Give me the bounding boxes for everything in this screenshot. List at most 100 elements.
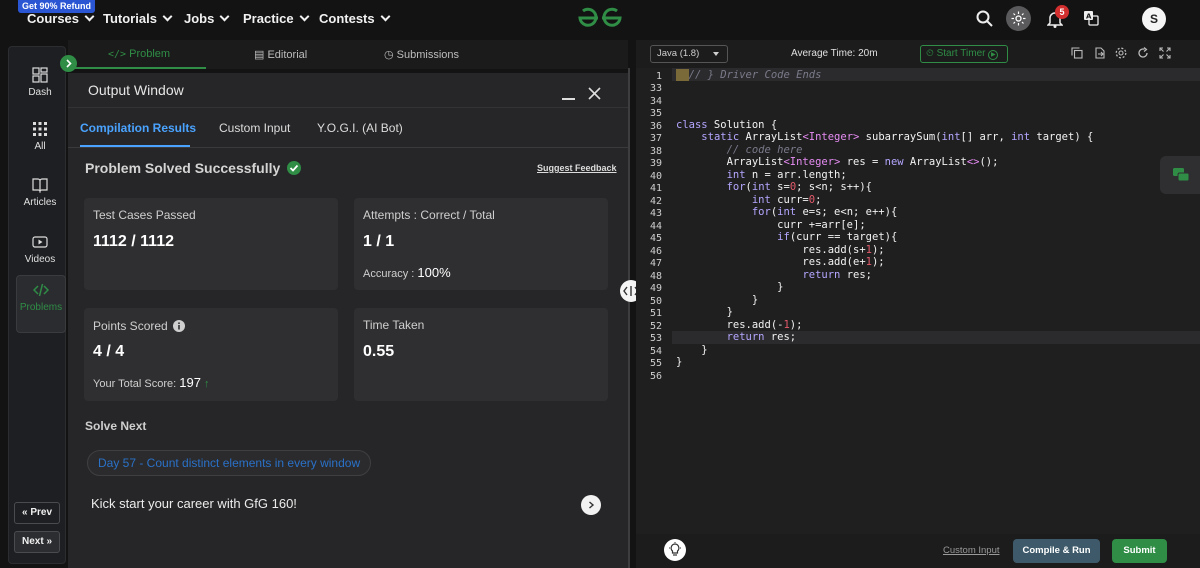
status-message: Problem Solved Successfully <box>85 159 302 176</box>
close-icon[interactable] <box>588 87 601 100</box>
line-number-gutter: 1 33 34 35 36 37 38 39 40 41 42 43 44 45 46 47 48 49 50 51 5… <box>636 68 672 534</box>
panel-splitter[interactable] <box>628 68 630 568</box>
caret-down-icon <box>713 52 719 56</box>
dashboard-icon <box>32 67 48 83</box>
chat-button[interactable] <box>1160 156 1200 194</box>
output-window-title: Output Window <box>88 82 184 98</box>
divider <box>68 107 628 108</box>
line-number: 50 <box>649 296 662 307</box>
editor-toolbar: Java (1.8) Average Time: 20m ⏲ Start Tim… <box>636 40 1200 68</box>
check-circle-icon <box>287 161 302 175</box>
play-icon: ▶ <box>988 50 999 60</box>
points-label: Points Scored <box>93 319 168 333</box>
sidebar-item-problems[interactable]: Problems <box>16 275 66 333</box>
line-number: 51 <box>649 308 662 319</box>
theme-toggle-button[interactable] <box>1006 6 1031 31</box>
next-problem-link[interactable]: Day 57 - Count distinct elements in ever… <box>87 450 372 476</box>
suggest-feedback-link[interactable]: Suggest Feedback <box>537 163 617 173</box>
tab-editorial[interactable]: ▤ Editorial <box>254 48 307 61</box>
tab-custom-input[interactable]: Custom Input <box>219 121 290 135</box>
editor-bottom-bar: Custom Input Compile & Run Submit <box>636 534 1200 568</box>
code-line: class Solution { <box>676 119 778 131</box>
start-timer-button[interactable]: ⏲ Start Timer ▶ <box>920 45 1008 63</box>
nav-practice[interactable]: Practice <box>243 11 310 26</box>
info-icon[interactable] <box>173 320 186 332</box>
language-value: Java (1.8) <box>657 48 700 59</box>
line-number: 37 <box>649 133 662 144</box>
document-icon: ▤ <box>254 49 265 61</box>
tab-problem[interactable]: </> Problem <box>108 48 170 60</box>
start-timer-label: Start Timer <box>936 48 986 59</box>
tab-yogi-ai-bot[interactable]: Y.O.G.I. (AI Bot) <box>317 121 403 135</box>
hint-button[interactable] <box>664 539 686 561</box>
search-icon[interactable] <box>976 10 994 28</box>
minimize-icon[interactable] <box>562 98 575 100</box>
code-line: } <box>676 294 759 306</box>
nav-courses[interactable]: Courses <box>27 11 95 26</box>
fullscreen-icon[interactable] <box>1159 47 1171 59</box>
accuracy-label: Accuracy : <box>363 268 415 280</box>
line-number: 36 <box>649 121 662 132</box>
chevron-right-icon <box>66 59 72 68</box>
line-number: 52 <box>649 321 662 332</box>
points-label-row: Points Scored <box>93 318 186 333</box>
avatar[interactable]: S <box>1142 7 1166 31</box>
line-number: 45 <box>649 233 662 244</box>
total-score-label: Your Total Score: <box>93 378 177 390</box>
nav-tutorials[interactable]: Tutorials <box>103 11 173 26</box>
nav-label: Courses <box>27 11 80 26</box>
chevron-down-icon <box>162 11 173 22</box>
sidebar-item-label: Dash <box>28 87 52 98</box>
fold-marker[interactable]: ↔↔ <box>676 69 689 81</box>
code-line: int curr=0; <box>751 194 822 206</box>
prev-button[interactable]: « Prev <box>14 502 60 524</box>
nav-contests[interactable]: Contests <box>319 11 391 26</box>
language-select[interactable]: Java (1.8) <box>650 45 728 63</box>
code-icon <box>33 283 49 297</box>
code-line: res.add(s+1); <box>676 244 885 256</box>
submit-button[interactable]: Submit <box>1112 539 1167 563</box>
code-line: } <box>676 356 683 368</box>
import-file-icon[interactable] <box>1094 47 1106 59</box>
promo-text: Kick start your career with GfG 160! <box>91 496 297 511</box>
code-line: res.add(-1); <box>676 319 803 331</box>
time-card: Time Taken 0.55 <box>354 308 608 401</box>
sidebar-item-dash[interactable]: Dash <box>15 61 65 117</box>
total-score-value: 197 <box>179 375 201 390</box>
tab-submissions[interactable]: ◷ Submissions <box>384 48 459 61</box>
collapse-toggle-button[interactable] <box>60 55 77 72</box>
promo-next-button[interactable] <box>581 495 601 515</box>
notification-badge: 5 <box>1055 5 1069 19</box>
arrow-up-icon: ↑ <box>204 378 210 390</box>
settings-gear-icon[interactable] <box>1115 47 1127 59</box>
time-value: 0.55 <box>363 343 395 360</box>
sidebar-item-articles[interactable]: Articles <box>15 171 65 227</box>
code-line: int n = arr.length; <box>726 169 847 181</box>
translate-icon[interactable]: A <box>1083 10 1099 26</box>
timer-icon: ⏲ <box>926 48 934 59</box>
test-cases-label: Test Cases Passed <box>93 208 196 222</box>
code-line: res.add(e+1); <box>676 256 885 268</box>
line-number: 55 <box>649 358 662 369</box>
chevron-right-icon <box>589 501 595 509</box>
chevron-down-icon <box>299 11 310 22</box>
custom-input-link[interactable]: Custom Input <box>943 545 1000 556</box>
tab-compilation-results[interactable]: Compilation Results <box>80 121 196 135</box>
nav-label: Practice <box>243 11 294 26</box>
sidebar-item-label: Videos <box>24 254 56 265</box>
refresh-icon[interactable] <box>1137 47 1149 59</box>
compile-run-button[interactable]: Compile & Run <box>1013 539 1100 563</box>
tab-label: Editorial <box>267 49 308 61</box>
nav-jobs[interactable]: Jobs <box>184 11 230 26</box>
next-button[interactable]: Next » <box>14 531 60 553</box>
line-number: 48 <box>649 271 662 282</box>
sidebar-item-all[interactable]: All <box>15 115 65 171</box>
double-chevron-right-icon: » <box>46 536 53 547</box>
chat-bubbles-icon <box>1173 168 1190 182</box>
chevron-down-icon <box>380 11 391 22</box>
gfg-logo-icon[interactable] <box>576 6 624 30</box>
line-number: 33 <box>649 83 662 94</box>
line-number: 1 <box>655 71 662 82</box>
next-label: Next <box>21 536 44 547</box>
copy-icon[interactable] <box>1071 47 1083 59</box>
